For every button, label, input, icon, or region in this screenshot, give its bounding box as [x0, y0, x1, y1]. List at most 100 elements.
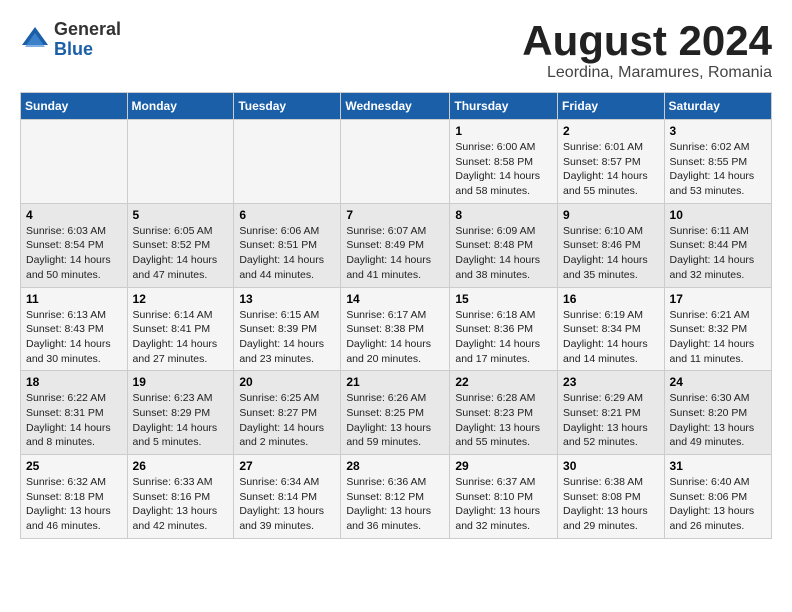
- day-cell: 22 Sunrise: 6:28 AMSunset: 8:23 PMDayligh…: [450, 371, 558, 455]
- week-row-5: 25 Sunrise: 6:32 AMSunset: 8:18 PMDayligh…: [21, 455, 772, 539]
- day-info: Sunrise: 6:06 AMSunset: 8:51 PMDaylight:…: [239, 224, 335, 283]
- day-number: 4: [26, 208, 122, 222]
- day-info: Sunrise: 6:40 AMSunset: 8:06 PMDaylight:…: [670, 475, 766, 534]
- day-number: 25: [26, 459, 122, 473]
- day-cell: 18Sunrise: 6:22 AMSunset: 8:31 PMDayligh…: [21, 371, 128, 455]
- day-info: Sunrise: 6:13 AMSunset: 8:43 PMDaylight:…: [26, 308, 122, 367]
- day-cell: 7 Sunrise: 6:07 AMSunset: 8:49 PMDaylight…: [341, 203, 450, 287]
- day-cell: 27 Sunrise: 6:34 AMSunset: 8:14 PMDayligh…: [234, 455, 341, 539]
- header-cell-sunday: Sunday: [21, 93, 128, 120]
- day-cell: 15Sunrise: 6:18 AMSunset: 8:36 PMDayligh…: [450, 287, 558, 371]
- day-info: Sunrise: 6:23 AMSunset: 8:29 PMDaylight:…: [133, 391, 229, 450]
- day-number: 14: [346, 292, 444, 306]
- location-title: Leordina, Maramures, Romania: [522, 64, 772, 82]
- day-info: Sunrise: 6:26 AMSunset: 8:25 PMDaylight:…: [346, 391, 444, 450]
- day-number: 28: [346, 459, 444, 473]
- header: General Blue August 2024 Leordina, Maram…: [20, 20, 772, 82]
- day-cell: 13 Sunrise: 6:15 AMSunset: 8:39 PMDayligh…: [234, 287, 341, 371]
- day-info: Sunrise: 6:30 AMSunset: 8:20 PMDaylight:…: [670, 391, 766, 450]
- day-info: Sunrise: 6:38 AMSunset: 8:08 PMDaylight:…: [563, 475, 659, 534]
- day-cell: [127, 120, 234, 204]
- calendar-body: 1 Sunrise: 6:00 AMSunset: 8:58 PMDaylight…: [21, 120, 772, 539]
- week-row-3: 11 Sunrise: 6:13 AMSunset: 8:43 PMDayligh…: [21, 287, 772, 371]
- day-cell: [234, 120, 341, 204]
- day-cell: 30 Sunrise: 6:38 AMSunset: 8:08 PMDayligh…: [558, 455, 665, 539]
- title-section: August 2024 Leordina, Maramures, Romania: [522, 20, 772, 82]
- day-info: Sunrise: 6:32 AMSunset: 8:18 PMDaylight:…: [26, 475, 122, 534]
- day-info: Sunrise: 6:17 AMSunset: 8:38 PMDaylight:…: [346, 308, 444, 367]
- day-number: 31: [670, 459, 766, 473]
- day-number: 15: [455, 292, 552, 306]
- day-number: 9: [563, 208, 659, 222]
- day-cell: 9Sunrise: 6:10 AMSunset: 8:46 PMDaylight…: [558, 203, 665, 287]
- day-cell: 31 Sunrise: 6:40 AMSunset: 8:06 PMDayligh…: [664, 455, 771, 539]
- day-cell: 14 Sunrise: 6:17 AMSunset: 8:38 PMDayligh…: [341, 287, 450, 371]
- day-cell: [21, 120, 128, 204]
- day-info: Sunrise: 6:01 AMSunset: 8:57 PMDaylight:…: [563, 140, 659, 199]
- logo-icon: [20, 25, 50, 55]
- day-number: 27: [239, 459, 335, 473]
- header-cell-saturday: Saturday: [664, 93, 771, 120]
- day-info: Sunrise: 6:00 AMSunset: 8:58 PMDaylight:…: [455, 140, 552, 199]
- day-info: Sunrise: 6:37 AMSunset: 8:10 PMDaylight:…: [455, 475, 552, 534]
- day-info: Sunrise: 6:25 AMSunset: 8:27 PMDaylight:…: [239, 391, 335, 450]
- day-number: 11: [26, 292, 122, 306]
- day-info: Sunrise: 6:34 AMSunset: 8:14 PMDaylight:…: [239, 475, 335, 534]
- header-cell-monday: Monday: [127, 93, 234, 120]
- header-row: SundayMondayTuesdayWednesdayThursdayFrid…: [21, 93, 772, 120]
- day-info: Sunrise: 6:05 AMSunset: 8:52 PMDaylight:…: [133, 224, 229, 283]
- day-cell: 11 Sunrise: 6:13 AMSunset: 8:43 PMDayligh…: [21, 287, 128, 371]
- day-number: 3: [670, 124, 766, 138]
- week-row-1: 1 Sunrise: 6:00 AMSunset: 8:58 PMDaylight…: [21, 120, 772, 204]
- month-title: August 2024: [522, 20, 772, 62]
- day-number: 26: [133, 459, 229, 473]
- day-info: Sunrise: 6:07 AMSunset: 8:49 PMDaylight:…: [346, 224, 444, 283]
- day-cell: 21 Sunrise: 6:26 AMSunset: 8:25 PMDayligh…: [341, 371, 450, 455]
- day-cell: 2 Sunrise: 6:01 AMSunset: 8:57 PMDaylight…: [558, 120, 665, 204]
- day-info: Sunrise: 6:36 AMSunset: 8:12 PMDaylight:…: [346, 475, 444, 534]
- day-cell: 24Sunrise: 6:30 AMSunset: 8:20 PMDayligh…: [664, 371, 771, 455]
- day-cell: 8Sunrise: 6:09 AMSunset: 8:48 PMDaylight…: [450, 203, 558, 287]
- week-row-4: 18Sunrise: 6:22 AMSunset: 8:31 PMDayligh…: [21, 371, 772, 455]
- day-cell: 6 Sunrise: 6:06 AMSunset: 8:51 PMDaylight…: [234, 203, 341, 287]
- header-cell-thursday: Thursday: [450, 93, 558, 120]
- day-info: Sunrise: 6:03 AMSunset: 8:54 PMDaylight:…: [26, 224, 122, 283]
- day-number: 23: [563, 375, 659, 389]
- day-number: 13: [239, 292, 335, 306]
- day-cell: 29 Sunrise: 6:37 AMSunset: 8:10 PMDayligh…: [450, 455, 558, 539]
- day-cell: 17Sunrise: 6:21 AMSunset: 8:32 PMDayligh…: [664, 287, 771, 371]
- day-number: 29: [455, 459, 552, 473]
- day-cell: 25 Sunrise: 6:32 AMSunset: 8:18 PMDayligh…: [21, 455, 128, 539]
- day-number: 10: [670, 208, 766, 222]
- day-info: Sunrise: 6:15 AMSunset: 8:39 PMDaylight:…: [239, 308, 335, 367]
- logo-blue: Blue: [54, 40, 121, 60]
- day-number: 16: [563, 292, 659, 306]
- day-number: 30: [563, 459, 659, 473]
- day-info: Sunrise: 6:22 AMSunset: 8:31 PMDaylight:…: [26, 391, 122, 450]
- day-cell: 4 Sunrise: 6:03 AMSunset: 8:54 PMDaylight…: [21, 203, 128, 287]
- day-info: Sunrise: 6:21 AMSunset: 8:32 PMDaylight:…: [670, 308, 766, 367]
- day-cell: 23Sunrise: 6:29 AMSunset: 8:21 PMDayligh…: [558, 371, 665, 455]
- day-number: 6: [239, 208, 335, 222]
- day-number: 20: [239, 375, 335, 389]
- logo-general: General: [54, 20, 121, 40]
- day-number: 5: [133, 208, 229, 222]
- day-number: 8: [455, 208, 552, 222]
- day-info: Sunrise: 6:11 AMSunset: 8:44 PMDaylight:…: [670, 224, 766, 283]
- day-cell: 19 Sunrise: 6:23 AMSunset: 8:29 PMDayligh…: [127, 371, 234, 455]
- day-number: 1: [455, 124, 552, 138]
- day-number: 19: [133, 375, 229, 389]
- day-number: 2: [563, 124, 659, 138]
- day-number: 21: [346, 375, 444, 389]
- day-cell: 12Sunrise: 6:14 AMSunset: 8:41 PMDayligh…: [127, 287, 234, 371]
- day-info: Sunrise: 6:28 AMSunset: 8:23 PMDaylight:…: [455, 391, 552, 450]
- day-cell: 20 Sunrise: 6:25 AMSunset: 8:27 PMDayligh…: [234, 371, 341, 455]
- header-cell-tuesday: Tuesday: [234, 93, 341, 120]
- day-cell: 1 Sunrise: 6:00 AMSunset: 8:58 PMDaylight…: [450, 120, 558, 204]
- day-number: 7: [346, 208, 444, 222]
- day-number: 22: [455, 375, 552, 389]
- header-cell-wednesday: Wednesday: [341, 93, 450, 120]
- calendar-table: SundayMondayTuesdayWednesdayThursdayFrid…: [20, 92, 772, 539]
- day-cell: 16Sunrise: 6:19 AMSunset: 8:34 PMDayligh…: [558, 287, 665, 371]
- day-cell: 5 Sunrise: 6:05 AMSunset: 8:52 PMDaylight…: [127, 203, 234, 287]
